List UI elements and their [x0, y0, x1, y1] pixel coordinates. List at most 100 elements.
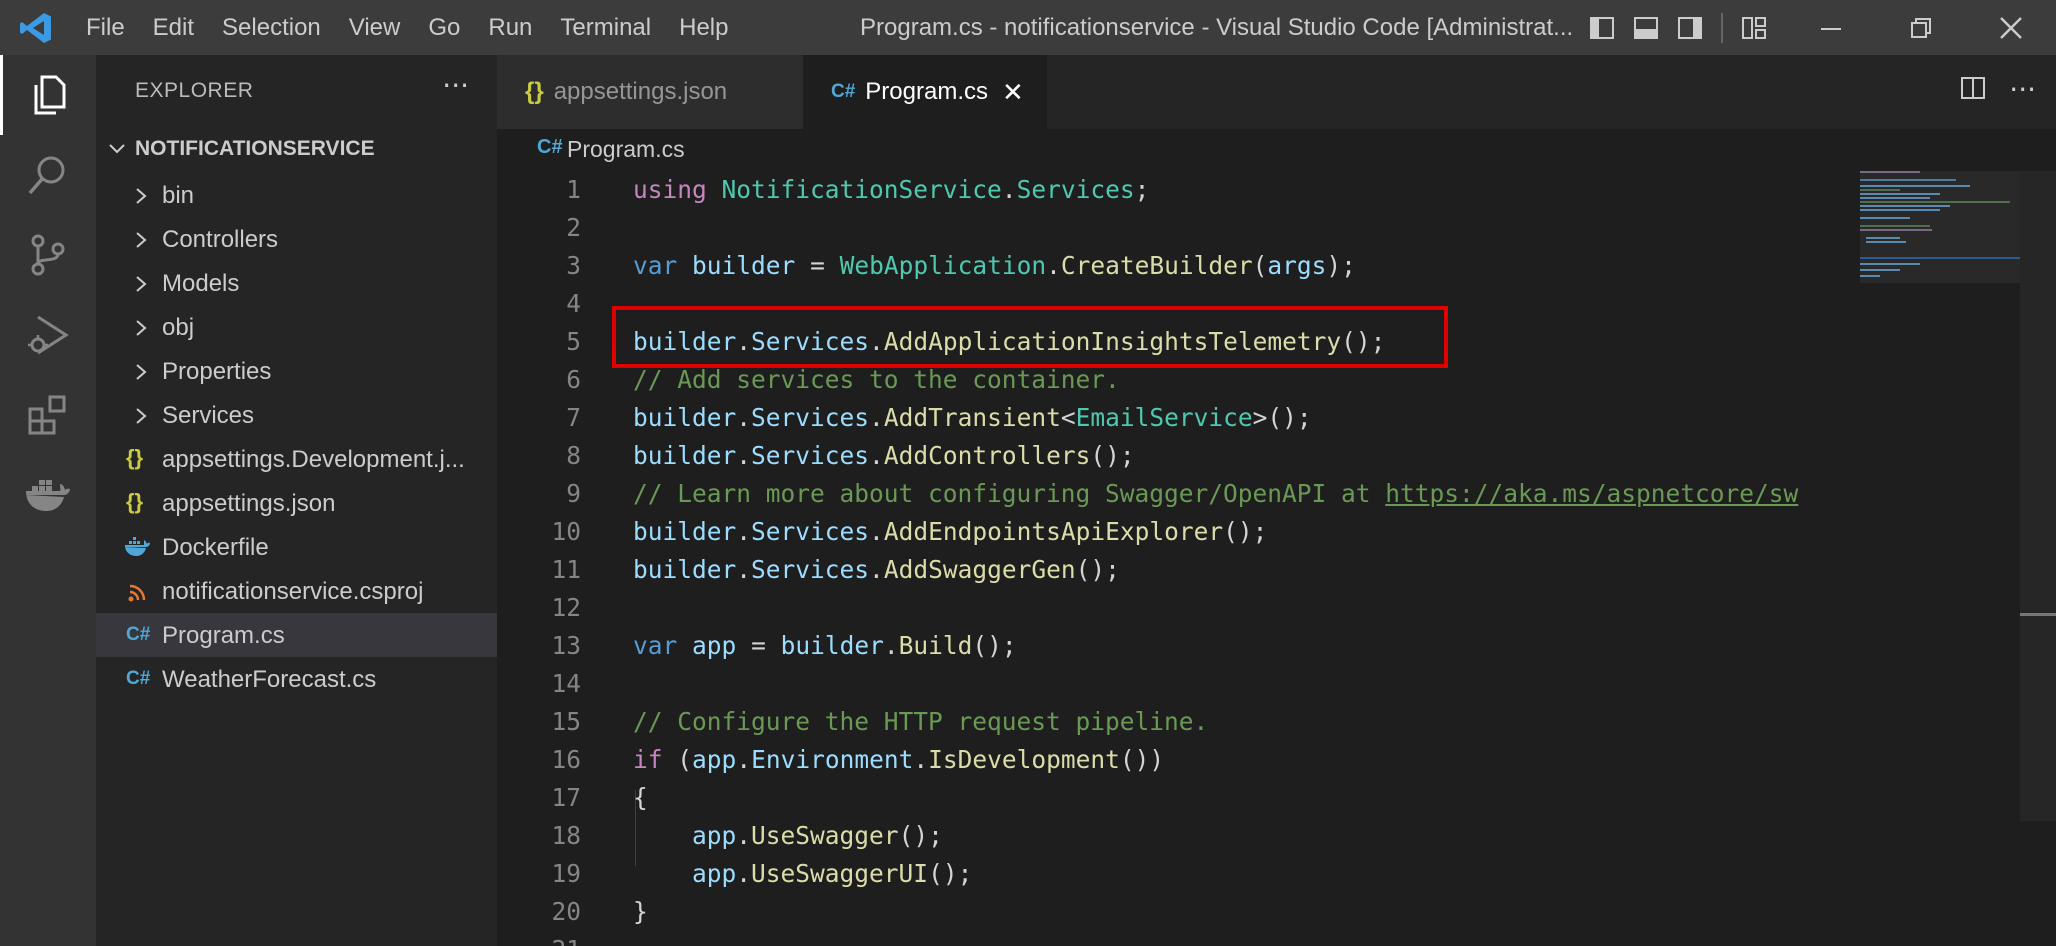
minimap-line: [1860, 205, 1950, 207]
tree-item-csproj[interactable]: notificationservice.csproj: [96, 569, 497, 613]
tree-item-weatherforecast[interactable]: C# WeatherForecast.cs: [96, 657, 497, 701]
line-number: 3: [566, 251, 581, 280]
tree-item-models[interactable]: Models: [96, 261, 497, 305]
menu-edit[interactable]: Edit: [139, 0, 208, 55]
split-editor-icon[interactable]: [1959, 74, 1987, 106]
workspace-folder-label: NOTIFICATIONSERVICE: [135, 137, 375, 160]
minimap-line: [1860, 229, 1932, 231]
editor-actions: ···: [1959, 73, 2036, 106]
code-text: // Learn more about configuring Swagger/…: [633, 479, 1799, 508]
extensions-icon[interactable]: [0, 375, 96, 455]
menu-go[interactable]: Go: [414, 0, 474, 55]
menu-run[interactable]: Run: [474, 0, 546, 55]
menu-help[interactable]: Help: [665, 0, 742, 55]
workspace-folder[interactable]: NOTIFICATIONSERVICE: [96, 129, 497, 173]
code-text: app.UseSwaggerUI();: [692, 859, 973, 888]
chevron-right-icon: [132, 229, 150, 257]
line-number: 20: [551, 897, 581, 926]
source-control-icon[interactable]: [0, 215, 96, 295]
line-number: 2: [566, 213, 581, 242]
tab-label: appsettings.json: [553, 78, 728, 105]
tree-item-properties[interactable]: Properties: [96, 349, 497, 393]
line-number: 11: [551, 555, 581, 584]
code-line: 3 var builder = WebApplication.CreateBuil…: [497, 247, 1844, 285]
editor-tabs: {} appsettings.json C# Program.cs ✕ ···: [497, 55, 2056, 129]
tree-item-obj[interactable]: obj: [96, 305, 497, 349]
tree-item-label: notificationservice.csproj: [162, 578, 424, 605]
code-text: var app = builder.Build();: [633, 631, 1017, 660]
close-window-icon[interactable]: [1966, 0, 2056, 55]
tree-item-label: WeatherForecast.cs: [162, 666, 377, 693]
chevron-right-icon: [132, 273, 150, 301]
code-text: var builder = WebApplication.CreateBuild…: [633, 251, 1356, 280]
code-text: app.UseSwagger();: [692, 821, 943, 850]
code-line: 21: [497, 931, 1844, 946]
tree-item-dockerfile[interactable]: Dockerfile: [96, 525, 497, 569]
code-link[interactable]: https://aka.ms/aspnetcore/sw: [1385, 479, 1798, 508]
minimap-line: [1860, 201, 2010, 203]
tree-item-label: Models: [162, 270, 240, 297]
tree-item-controllers[interactable]: Controllers: [96, 217, 497, 261]
toggle-panel-icon[interactable]: [1624, 0, 1668, 55]
code-editor[interactable]: 1 using NotificationService.Services; 2 3…: [497, 171, 1844, 946]
json-file-icon: {}: [126, 445, 144, 470]
tree-item-program-cs[interactable]: C# Program.cs: [96, 613, 497, 657]
close-tab-icon[interactable]: ✕: [1002, 77, 1024, 108]
code-line: 9 // Learn more about configuring Swagger…: [497, 475, 1844, 513]
tree-item-label: bin: [162, 182, 195, 209]
minimap-line: [1860, 179, 1956, 181]
tree-item-label: Services: [162, 402, 255, 429]
more-actions-icon[interactable]: ···: [2009, 73, 2036, 106]
explorer-icon[interactable]: [0, 55, 96, 135]
activity-bar: [0, 55, 96, 946]
toggle-secondary-sidebar-icon[interactable]: [1668, 0, 1712, 55]
csharp-file-icon: C#: [126, 624, 151, 645]
json-file-icon: {}: [525, 78, 544, 105]
customize-layout-icon[interactable]: [1732, 0, 1776, 55]
code-line: 1 using NotificationService.Services;: [497, 171, 1844, 209]
docker-icon[interactable]: [0, 455, 96, 535]
csharp-file-icon: C#: [537, 136, 563, 158]
code-line: 7 builder.Services.AddTransient<EmailServ…: [497, 399, 1844, 437]
line-number: 15: [551, 707, 581, 736]
code-comment: // Configure the HTTP request pipeline.: [633, 707, 1209, 736]
code-line: 20}: [497, 893, 1844, 931]
code-text: using NotificationService.Services;: [633, 175, 1150, 204]
menu-selection[interactable]: Selection: [208, 0, 335, 55]
tab-program-cs[interactable]: C# Program.cs ✕: [803, 55, 1047, 129]
menu-file[interactable]: File: [72, 0, 139, 55]
breadcrumb-item[interactable]: Program.cs: [567, 136, 685, 163]
code-text: }: [633, 897, 648, 926]
code-line: 14: [497, 665, 1844, 703]
toggle-primary-sidebar-icon[interactable]: [1580, 0, 1624, 55]
tree-item-label: Program.cs: [162, 622, 285, 649]
chevron-right-icon: [132, 317, 150, 345]
line-number: 17: [551, 783, 581, 812]
csharp-file-icon: C#: [126, 668, 151, 689]
line-number: 13: [551, 631, 581, 660]
tree-item-label: Dockerfile: [162, 534, 269, 561]
title-controls: [1580, 0, 2056, 55]
tree-item-bin[interactable]: bin: [96, 173, 497, 217]
code-line: 11 builder.Services.AddSwaggerGen();: [497, 551, 1844, 589]
line-number: 19: [551, 859, 581, 888]
line-number: 6: [566, 365, 581, 394]
run-debug-icon[interactable]: [0, 295, 96, 375]
search-icon[interactable]: [0, 135, 96, 215]
minimize-icon[interactable]: [1786, 0, 1876, 55]
line-number: 9: [566, 479, 581, 508]
title-bar: File Edit Selection View Go Run Terminal…: [0, 0, 2056, 55]
tree-item-appsettings-development[interactable]: {} appsettings.Development.j...: [96, 437, 497, 481]
minimap-line: [1860, 225, 1930, 227]
vertical-scrollbar[interactable]: [2020, 171, 2056, 821]
menu-terminal[interactable]: Terminal: [546, 0, 665, 55]
more-actions-icon[interactable]: ···: [442, 69, 469, 102]
menu-view[interactable]: View: [335, 0, 415, 55]
line-number: 7: [566, 403, 581, 432]
title-separator: [1712, 0, 1732, 55]
tree-item-services[interactable]: Services: [96, 393, 497, 437]
tree-item-appsettings[interactable]: {} appsettings.json: [96, 481, 497, 525]
tree-item-label: appsettings.json: [162, 490, 336, 517]
tab-appsettings-json[interactable]: {} appsettings.json: [497, 55, 803, 129]
restore-icon[interactable]: [1876, 0, 1966, 55]
